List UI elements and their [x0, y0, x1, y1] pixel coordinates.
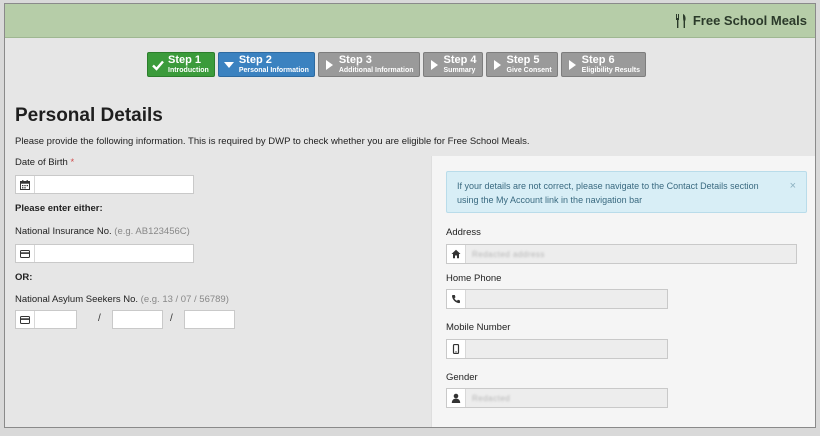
contact-details-panel: If your details are not correct, please … [431, 156, 815, 427]
progress-steps: Step 1 Introduction Step 2 Personal Inform… [147, 52, 647, 77]
page-title: Personal Details [15, 105, 163, 126]
step-label: Introduction [168, 67, 209, 74]
chevron-right-icon [325, 59, 333, 70]
step-5-give-consent[interactable]: Step 5 Give Consent [485, 52, 558, 77]
home-icon [451, 249, 461, 259]
app-window: Free School Meals Step 1 Introduction Ste… [4, 3, 816, 428]
gender-label: Gender [446, 372, 478, 383]
address-value: Redacted address [472, 249, 545, 259]
dob-label-text: Date of Birth [15, 157, 68, 168]
gender-field: Redacted [446, 388, 668, 408]
phone-icon [451, 295, 460, 304]
app-brand[interactable]: Free School Meals [675, 13, 807, 28]
step-number: Step 3 [338, 54, 372, 66]
home-phone-label: Home Phone [446, 273, 502, 284]
address-field: Redacted address [446, 244, 797, 264]
mobile-phone-icon [452, 344, 460, 354]
step-label: Give Consent [506, 67, 552, 74]
chevron-right-icon [568, 59, 576, 70]
ni-label: National Insurance No. (e.g. AB123456C) [15, 226, 190, 237]
dob-input[interactable] [15, 175, 194, 194]
ni-addon [16, 245, 35, 262]
top-navigation-bar: Free School Meals [5, 4, 815, 38]
step-label: Additional Information [338, 67, 414, 74]
step-number: Step 4 [443, 54, 477, 66]
mobile-number-label: Mobile Number [446, 322, 511, 333]
step-label: Personal Information [238, 67, 309, 74]
chevron-right-icon [430, 59, 438, 70]
credit-card-icon [20, 249, 30, 258]
step-number: Step 2 [238, 54, 272, 66]
credit-card-icon [20, 315, 30, 324]
step-1-introduction[interactable]: Step 1 Introduction [147, 52, 215, 77]
ni-input[interactable] [15, 244, 194, 263]
address-addon [447, 245, 466, 263]
nass-part-3-input[interactable] [184, 310, 235, 329]
ni-label-text: National Insurance No. [15, 226, 112, 237]
user-icon [451, 393, 461, 403]
step-number: Step 6 [581, 54, 615, 66]
mobile-number-field [446, 339, 668, 359]
close-icon[interactable]: × [790, 179, 796, 193]
step-2-personal-information[interactable]: Step 2 Personal Information [217, 52, 315, 77]
either-label: Please enter either: [15, 203, 103, 214]
required-marker: * [70, 157, 75, 168]
alert-text: If your details are not correct, please … [457, 181, 759, 205]
address-label: Address [446, 227, 481, 238]
nass-label: National Asylum Seekers No. (e.g. 13 / 0… [15, 294, 229, 305]
nass-part-2-input[interactable] [112, 310, 163, 329]
nass-hint: (e.g. 13 / 07 / 56789) [140, 294, 229, 305]
mobile-addon [447, 340, 466, 358]
dob-label: Date of Birth * [15, 157, 74, 168]
info-alert: If your details are not correct, please … [446, 171, 807, 213]
nass-separator-1: / [98, 313, 101, 324]
gender-value: Redacted [472, 393, 511, 403]
ni-hint: (e.g. AB123456C) [114, 226, 190, 237]
step-number: Step 5 [506, 54, 540, 66]
nass-label-text: National Asylum Seekers No. [15, 294, 139, 305]
nass-part-1-input[interactable] [15, 310, 77, 329]
chevron-down-icon [223, 61, 234, 68]
nass-separator-2: / [170, 313, 173, 324]
nass-addon [16, 311, 35, 328]
home-phone-addon [447, 290, 466, 308]
calendar-icon [20, 179, 30, 190]
step-6-eligibility-results[interactable]: Step 6 Eligibility Results [560, 52, 647, 77]
step-3-additional-information[interactable]: Step 3 Additional Information [317, 52, 420, 77]
step-label: Summary [443, 67, 476, 74]
gender-addon [447, 389, 466, 407]
or-label: OR: [15, 272, 33, 283]
home-phone-field [446, 289, 668, 309]
step-4-summary[interactable]: Step 4 Summary [422, 52, 483, 77]
checkmark-icon [152, 60, 164, 71]
app-title: Free School Meals [692, 13, 807, 28]
step-number: Step 1 [168, 54, 202, 66]
dob-addon [16, 176, 35, 193]
fork-knife-icon [675, 13, 686, 28]
intro-text: Please provide the following information… [15, 136, 530, 147]
step-label: Eligibility Results [581, 67, 641, 74]
chevron-right-icon [493, 59, 501, 70]
